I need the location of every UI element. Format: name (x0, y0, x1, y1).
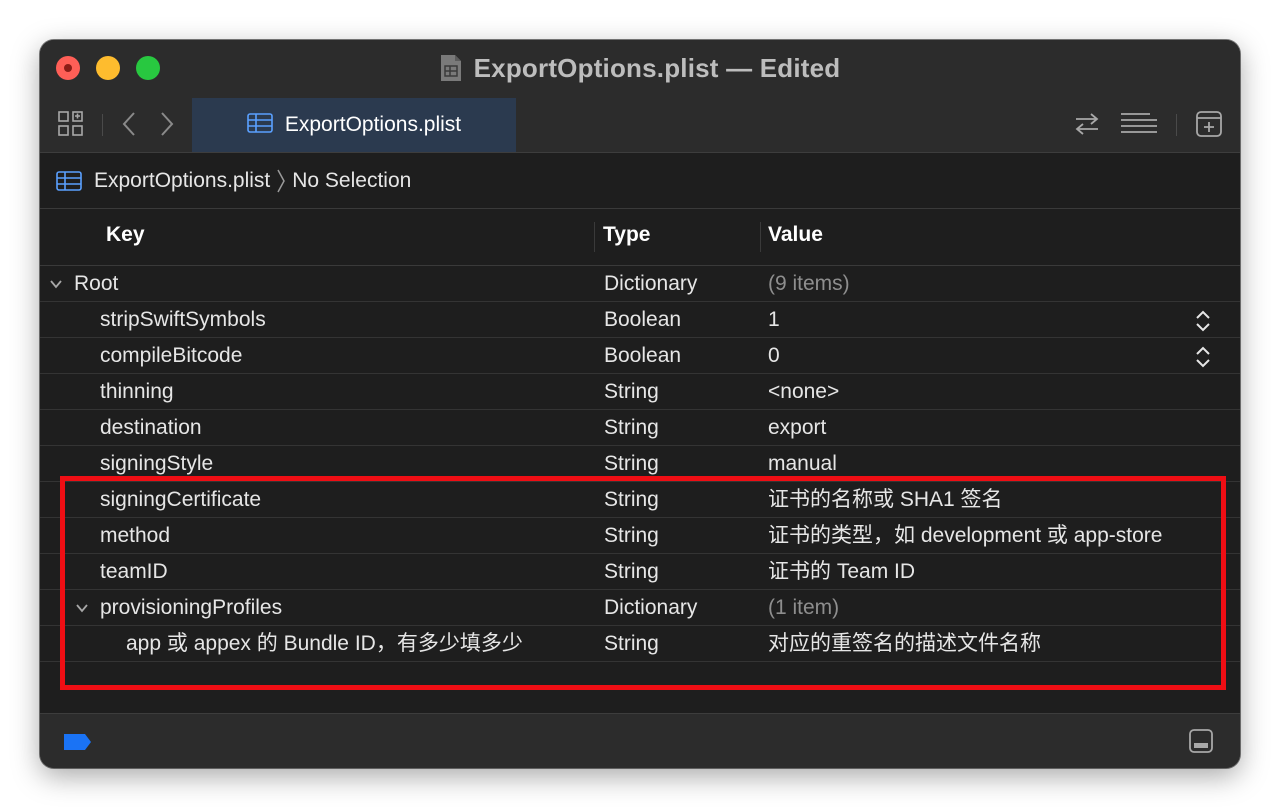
row-type[interactable]: Boolean (604, 338, 681, 373)
table-header: Key Type Value (40, 209, 1240, 266)
toolbar: ExportOptions.plist (40, 96, 1240, 153)
row-value[interactable]: 1 (768, 302, 780, 337)
row-type[interactable]: String (604, 626, 659, 661)
stepper-icon[interactable] (1194, 346, 1212, 368)
row-type[interactable]: String (604, 446, 659, 481)
jump-bar: ExportOptions.plist No Selection (40, 153, 1240, 209)
add-editor-icon[interactable] (1194, 108, 1224, 140)
row-type[interactable]: Boolean (604, 302, 681, 337)
row-value[interactable]: 对应的重签名的描述文件名称 (768, 626, 1041, 661)
column-header-key[interactable]: Key (106, 223, 145, 247)
column-header-type[interactable]: Type (603, 223, 650, 247)
row-value[interactable]: 证书的名称或 SHA1 签名 (768, 482, 1003, 517)
toggle-panel-icon[interactable] (1188, 728, 1214, 754)
row-type[interactable]: String (604, 410, 659, 445)
column-divider[interactable] (760, 222, 761, 252)
row-value[interactable]: 证书的 Team ID (768, 554, 915, 589)
row-value: (9 items) (768, 272, 850, 295)
row-value: (1 item) (768, 596, 840, 619)
row-type[interactable]: String (604, 554, 659, 589)
plist-rows: Root Dictionary (9 items) stripSwiftSymb… (40, 266, 1240, 662)
row-key: signingCertificate (100, 488, 262, 511)
toolbar-divider (102, 114, 103, 136)
table-row[interactable]: stripSwiftSymbols Boolean 1 (40, 302, 1240, 338)
lines-icon[interactable] (1120, 108, 1158, 140)
breadcrumb-selection[interactable]: No Selection (292, 169, 411, 193)
table-row[interactable]: thinning String <none> (40, 374, 1240, 410)
chevron-down-icon[interactable] (49, 277, 63, 291)
row-key: method (100, 524, 171, 547)
row-value[interactable]: manual (768, 446, 837, 481)
breakpoint-tag-icon[interactable] (62, 733, 92, 751)
row-value[interactable]: 0 (768, 338, 780, 373)
row-value[interactable]: <none> (768, 374, 839, 409)
document-icon (440, 54, 462, 82)
back-icon[interactable] (118, 108, 140, 140)
table-row[interactable]: provisioningProfiles Dictionary (1 item) (40, 590, 1240, 626)
table-row[interactable]: Root Dictionary (9 items) (40, 266, 1240, 302)
plist-icon (247, 112, 273, 138)
row-key: signingStyle (100, 452, 214, 475)
table-row[interactable]: destination String export (40, 410, 1240, 446)
table-row[interactable]: signingCertificate String 证书的名称或 SHA1 签名 (40, 482, 1240, 518)
swap-icon[interactable] (1072, 108, 1102, 140)
row-type[interactable]: String (604, 482, 659, 517)
column-divider[interactable] (594, 222, 595, 252)
row-key: stripSwiftSymbols (100, 308, 266, 331)
row-type[interactable]: Dictionary (604, 266, 697, 301)
toolbar-divider (1176, 114, 1177, 136)
column-header-value[interactable]: Value (768, 223, 823, 247)
chevron-down-icon[interactable] (75, 601, 89, 615)
plist-icon (56, 170, 82, 191)
row-value[interactable]: 证书的类型，如 development 或 app-store (768, 518, 1162, 553)
table-row[interactable]: app 或 appex 的 Bundle ID，有多少填多少 String 对应… (40, 626, 1240, 662)
chevron-right-icon (276, 168, 286, 194)
row-key: compileBitcode (100, 344, 243, 367)
row-key: Root (74, 272, 119, 295)
row-type[interactable]: String (604, 518, 659, 553)
title-bar: ExportOptions.plist — Edited (40, 40, 1240, 96)
tab-label: ExportOptions.plist (284, 113, 462, 136)
grid-icon[interactable] (56, 108, 86, 140)
table-row[interactable]: method String 证书的类型，如 development 或 app-… (40, 518, 1240, 554)
row-key: thinning (100, 380, 174, 403)
row-key: app 或 appex 的 Bundle ID，有多少填多少 (126, 632, 523, 655)
table-row[interactable]: signingStyle String manual (40, 446, 1240, 482)
row-key: provisioningProfiles (100, 596, 283, 619)
row-key: teamID (100, 560, 168, 583)
app-window: ExportOptions.plist — Edited ExportOptio… (40, 40, 1240, 768)
breadcrumb-file[interactable]: ExportOptions.plist (94, 169, 270, 193)
tab-exportoptions[interactable]: ExportOptions.plist (192, 98, 516, 152)
row-type[interactable]: Dictionary (604, 590, 697, 625)
window-title: ExportOptions.plist — Edited (473, 52, 841, 83)
forward-icon[interactable] (156, 108, 178, 140)
stepper-icon[interactable] (1194, 310, 1212, 332)
bottom-bar (40, 713, 1240, 768)
table-row[interactable]: teamID String 证书的 Team ID (40, 554, 1240, 590)
row-type[interactable]: String (604, 374, 659, 409)
table-row[interactable]: compileBitcode Boolean 0 (40, 338, 1240, 374)
row-value[interactable]: export (768, 410, 826, 445)
row-key: destination (100, 416, 202, 439)
